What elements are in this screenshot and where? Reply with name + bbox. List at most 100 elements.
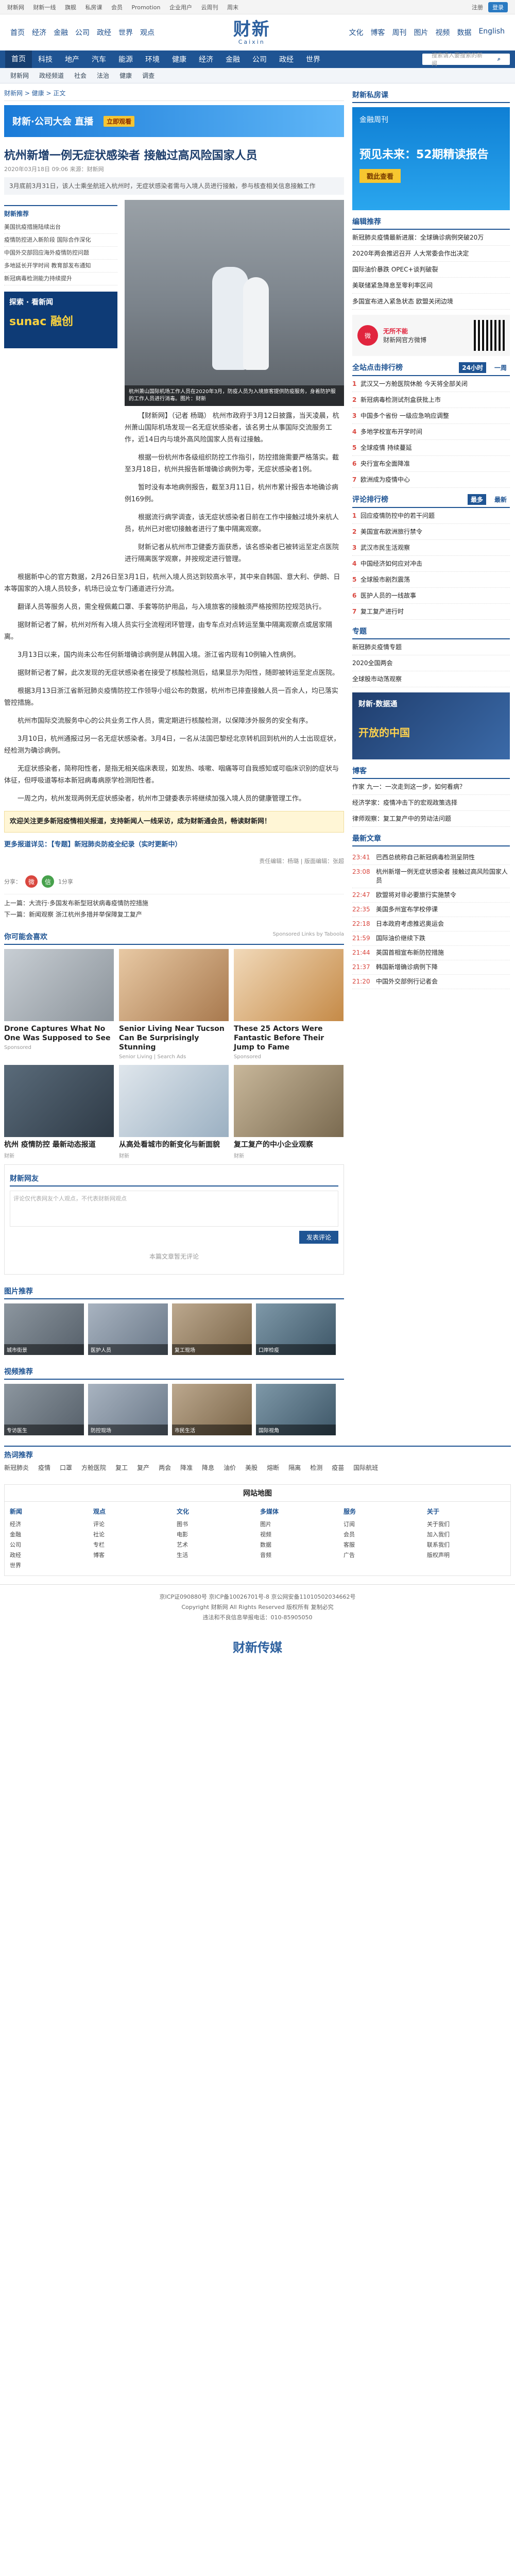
utility-link[interactable]: 会员 [111,4,123,11]
comment-textarea[interactable]: 评论仅代表网友个人观点，不代表财新网观点 [10,1191,338,1227]
nav-item[interactable]: 地产 [59,54,85,64]
weibo-share-icon[interactable]: 微 [25,875,38,888]
nav-item-home[interactable]: 首页 [5,50,32,68]
hotword[interactable]: 检测 [310,1463,322,1472]
latest-item[interactable]: 22:47 欧盟将对非必要旅行实施禁令 [352,888,510,903]
hotword[interactable]: 熔断 [267,1463,279,1472]
latest-item[interactable]: 23:08 杭州新增一例无症状感染者 接触过高风险国家人员 [352,865,510,888]
sponsored-card[interactable]: Drone Captures What No One Was Supposed … [4,949,114,1060]
hotword[interactable]: 隔离 [288,1463,301,1472]
photo-thumb[interactable]: 医护人员 [88,1303,168,1355]
channel-link[interactable]: 经济 [32,27,46,38]
latest-item[interactable]: 23:41 巴西总统称自己新冠病毒检测呈阴性 [352,851,510,865]
banner-ad-tag[interactable]: 立即观看 [104,115,135,127]
hotword[interactable]: 方舱医院 [81,1463,106,1472]
video-thumb[interactable]: 市民生活 [172,1384,252,1435]
tab-week[interactable]: 一周 [491,362,510,373]
footer-logo[interactable]: 财新传媒 [0,1630,515,1665]
sitemap-link[interactable]: 社论 [93,1529,171,1539]
sitemap-link[interactable]: 数据 [260,1539,338,1550]
wechat-share-icon[interactable]: 信 [42,875,54,888]
channel-link[interactable]: 周刊 [392,27,406,38]
video-thumb[interactable]: 防控现场 [88,1384,168,1435]
utility-link[interactable]: 云周刊 [201,4,218,11]
sponsored-card[interactable]: 杭州 疫情防控 最新动态报道 财新 [4,1065,114,1159]
nav-item[interactable]: 世界 [300,54,327,64]
comment-rank-item[interactable]: 6 医护人员的一线故事 [352,588,510,604]
sitemap-link[interactable]: 政经 [10,1550,88,1560]
channel-link[interactable]: English [478,27,505,38]
comment-rank-item[interactable]: 2 美国宣布欧洲旅行禁令 [352,524,510,540]
sitemap-link[interactable]: 加入我们 [427,1529,505,1539]
nav-item[interactable]: 科技 [32,54,59,64]
tab-most[interactable]: 最多 [467,494,486,505]
sidebar-ad[interactable]: 金融周刊 预见未来：52期精读报告 戳此查看 [352,107,510,210]
recommend-item[interactable]: 疫情防控进入新阶段 国际合作深化 [4,234,117,247]
hot-item[interactable]: 3 中国多个省份 一级应急响应调整 [352,408,510,424]
hotword[interactable]: 降准 [180,1463,193,1472]
channel-link[interactable]: 首页 [10,27,25,38]
sitemap-link[interactable]: 博客 [93,1550,171,1560]
sitemap-link[interactable]: 专栏 [93,1539,171,1550]
comment-rank-item[interactable]: 7 复工复产进行时 [352,604,510,620]
sitemap-link[interactable]: 图片 [260,1519,338,1529]
hot-item[interactable]: 6 央行宣布全面降准 [352,456,510,472]
channel-link[interactable]: 数据 [457,27,471,38]
hot-item[interactable]: 1 武汉又一方舱医院休舱 今天将全部关闭 [352,376,510,392]
sponsored-card[interactable]: 从高处看城市的新变化与新面貌 财新 [119,1065,229,1159]
subnav-item[interactable]: 调查 [137,71,160,80]
hotword[interactable]: 两会 [159,1463,171,1472]
sitemap-link[interactable]: 电影 [177,1529,255,1539]
latest-item[interactable]: 21:37 韩国新增确诊病例下降 [352,960,510,975]
channel-link[interactable]: 观点 [140,27,154,38]
editor-pick-item[interactable]: 2020年两会推迟召开 人大常委会作出决定 [352,246,510,262]
video-thumb[interactable]: 专访医生 [4,1384,84,1435]
sitemap-link[interactable]: 版权声明 [427,1550,505,1560]
sponsored-card[interactable]: These 25 Actors Were Fantastic Before Th… [234,949,344,1060]
post-comment-button[interactable]: 发表评论 [299,1231,338,1244]
nav-item[interactable]: 政经 [273,54,300,64]
blog-item[interactable]: 律师观察：复工复产中的劳动法问题 [352,811,510,827]
utility-link[interactable]: Promotion [132,4,161,11]
subnav-item[interactable]: 政经频道 [34,71,69,80]
subnav-item[interactable]: 社会 [69,71,92,80]
sitemap-link[interactable]: 视频 [260,1529,338,1539]
photo-thumb[interactable]: 复工现场 [172,1303,252,1355]
hotword[interactable]: 疫情 [38,1463,50,1472]
nav-item[interactable]: 汽车 [85,54,112,64]
nav-item[interactable]: 金融 [219,54,246,64]
recommend-item[interactable]: 中国外交部回应海外疫情防控问题 [4,247,117,260]
editor-pick-item[interactable]: 新冠肺炎疫情最新进展：全球确诊病例突破20万 [352,230,510,246]
sitemap-link[interactable]: 会员 [344,1529,422,1539]
sponsored-card[interactable]: Senior Living Near Tucson Can Be Surpris… [119,949,229,1060]
prev-article-link[interactable]: 上一篇：大流行·多国发布新型冠状病毒疫情防控措施 [4,897,344,909]
nav-item[interactable]: 能源 [112,54,139,64]
nav-item[interactable]: 公司 [246,54,273,64]
sidebar-ad-2[interactable]: 财新·数据通 开放的中国 [352,692,510,759]
subject-item[interactable]: 2020全国两会 [352,655,510,671]
sitemap-link[interactable]: 客服 [344,1539,422,1550]
ad-cta-button[interactable]: 戳此查看 [359,169,401,183]
sponsored-card[interactable]: 复工复产的中小企业观察 财新 [234,1065,344,1159]
membership-note[interactable]: 欢迎关注更多新冠疫情相关报道，支持新闻人一线采访，成为财新通会员，畅读财新网！ [4,811,344,833]
sitemap-link[interactable]: 艺术 [177,1539,255,1550]
nav-item[interactable]: 经济 [193,54,219,64]
tab-24h[interactable]: 24小时 [459,362,486,373]
recommend-item[interactable]: 美国抗疫措施陆续出台 [4,221,117,234]
channel-link[interactable]: 世界 [118,27,133,38]
hotword[interactable]: 美股 [245,1463,258,1472]
hot-item[interactable]: 5 全球疫情 持续蔓延 [352,440,510,456]
login-button[interactable]: 登录 [488,2,508,12]
comment-rank-item[interactable]: 3 武汉市民生活观察 [352,540,510,556]
latest-item[interactable]: 22:35 美国多州宣布学校停课 [352,903,510,917]
hotword[interactable]: 复工 [115,1463,128,1472]
tab-latest[interactable]: 最新 [491,494,510,505]
blog-item[interactable]: 经济学家：疫情冲击下的宏观政策选择 [352,795,510,811]
photo-thumb[interactable]: 城市街景 [4,1303,84,1355]
nav-item[interactable]: 健康 [166,54,193,64]
utility-link[interactable]: 企业用户 [169,4,192,11]
comment-rank-item[interactable]: 1 回应疫情防控中的若干问题 [352,508,510,524]
weibo-follow-box[interactable]: 微 无所不能 财新网官方微博 [352,315,510,356]
recommend-item[interactable]: 新冠病毒检测能力持续提升 [4,273,117,285]
hotword[interactable]: 疫苗 [332,1463,344,1472]
